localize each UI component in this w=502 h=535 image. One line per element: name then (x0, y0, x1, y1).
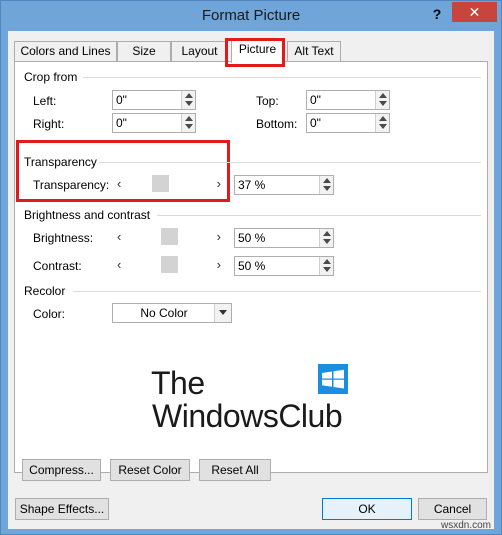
brightness-slider[interactable]: ‹ › (113, 228, 225, 246)
transparency-divider (99, 162, 481, 163)
crop-bottom-spinner[interactable]: 0" (306, 113, 390, 133)
crop-left-spin-arrows[interactable] (181, 91, 195, 109)
dialog-client: Colors and Lines Size Layout Picture Alt… (8, 31, 494, 529)
spin-down-icon[interactable] (323, 239, 331, 244)
color-dropdown[interactable]: No Color (112, 303, 232, 323)
spin-up-icon[interactable] (379, 116, 387, 121)
spin-up-icon[interactable] (323, 231, 331, 236)
recolor-heading: Recolor (24, 284, 66, 298)
brightness-contrast-heading: Brightness and contrast (24, 208, 151, 222)
transparency-label: Transparency: (33, 178, 110, 192)
slider-left-arrow-icon[interactable]: ‹ (117, 228, 121, 246)
crop-top-value: 0" (310, 93, 321, 107)
format-picture-dialog: Format Picture ? ✕ Colors and Lines Size… (0, 0, 502, 535)
reset-color-button[interactable]: Reset Color (110, 459, 190, 481)
crop-heading: Crop from (24, 70, 78, 84)
crop-top-label: Top: (256, 94, 279, 108)
brightness-label: Brightness: (33, 231, 94, 245)
crop-right-value: 0" (116, 116, 127, 130)
spin-down-icon[interactable] (185, 101, 193, 106)
contrast-slider[interactable]: ‹ › (113, 256, 225, 274)
crop-top-spinner[interactable]: 0" (306, 90, 390, 110)
slider-right-arrow-icon[interactable]: › (217, 256, 221, 274)
tab-colors-and-lines[interactable]: Colors and Lines (14, 41, 117, 62)
ok-button[interactable]: OK (322, 498, 412, 520)
color-dropdown-value: No Color (140, 306, 188, 320)
slider-left-arrow-icon[interactable]: ‹ (117, 175, 121, 193)
color-label: Color: (33, 307, 66, 321)
logo-text-the: The (151, 365, 205, 401)
crop-left-label: Left: (33, 94, 57, 108)
spin-down-icon[interactable] (379, 101, 387, 106)
contrast-spinner[interactable]: 50 % (234, 256, 334, 276)
cancel-button[interactable]: Cancel (418, 498, 487, 520)
spin-up-icon[interactable] (379, 93, 387, 98)
compress-button[interactable]: Compress... (22, 459, 101, 481)
picture-tab-highlight (225, 38, 285, 67)
crop-right-spin-arrows[interactable] (181, 114, 195, 132)
spin-down-icon[interactable] (323, 267, 331, 272)
transparency-spinner[interactable]: 37 % (234, 175, 334, 195)
contrast-spin-arrows[interactable] (319, 257, 333, 275)
contrast-value: 50 % (238, 259, 266, 273)
slider-left-arrow-icon[interactable]: ‹ (117, 256, 121, 274)
transparency-slider[interactable]: ‹ › (113, 175, 225, 193)
watermark-text: wsxdn.com (441, 520, 492, 531)
spin-down-icon[interactable] (379, 124, 387, 129)
contrast-label: Contrast: (33, 259, 82, 273)
crop-top-spin-arrows[interactable] (375, 91, 389, 109)
transparency-spin-arrows[interactable] (319, 176, 333, 194)
transparency-heading: Transparency (24, 155, 97, 169)
transparency-slider-thumb[interactable] (152, 175, 170, 192)
logo-text-windowsclub: WindowsClub (152, 398, 343, 434)
chevron-down-icon[interactable] (214, 304, 231, 322)
crop-right-label: Right: (33, 117, 65, 131)
transparency-value: 37 % (238, 178, 266, 192)
spin-up-icon[interactable] (185, 93, 193, 98)
brightness-value: 50 % (238, 231, 266, 245)
help-button[interactable]: ? (423, 3, 451, 25)
spin-down-icon[interactable] (323, 186, 331, 191)
tab-size[interactable]: Size (117, 41, 171, 62)
windows-logo-icon (318, 364, 348, 394)
slider-right-arrow-icon[interactable]: › (217, 175, 221, 193)
spin-up-icon[interactable] (323, 259, 331, 264)
recolor-divider (73, 291, 481, 292)
tab-layout[interactable]: Layout (171, 41, 228, 62)
crop-bottom-value: 0" (310, 116, 321, 130)
title-bar: Format Picture ? ✕ (1, 1, 501, 31)
brightness-contrast-divider (157, 215, 481, 216)
spin-up-icon[interactable] (323, 178, 331, 183)
tab-alt-text[interactable]: Alt Text (287, 41, 341, 62)
contrast-slider-thumb[interactable] (160, 256, 178, 273)
reset-all-button[interactable]: Reset All (199, 459, 271, 481)
crop-divider (83, 77, 481, 78)
crop-left-spinner[interactable]: 0" (112, 90, 196, 110)
crop-left-value: 0" (116, 93, 127, 107)
crop-right-spinner[interactable]: 0" (112, 113, 196, 133)
shape-effects-button[interactable]: Shape Effects... (15, 498, 109, 520)
picture-tab-panel: Crop from Left: 0" Top: 0" Right: 0" Bot… (14, 61, 488, 481)
brightness-spinner[interactable]: 50 % (234, 228, 334, 248)
slider-right-arrow-icon[interactable]: › (217, 228, 221, 246)
crop-bottom-label: Bottom: (256, 117, 298, 131)
close-button[interactable]: ✕ (452, 2, 497, 22)
spin-down-icon[interactable] (185, 124, 193, 129)
crop-bottom-spin-arrows[interactable] (375, 114, 389, 132)
brightness-slider-thumb[interactable] (160, 228, 178, 245)
spin-up-icon[interactable] (185, 116, 193, 121)
brightness-spin-arrows[interactable] (319, 229, 333, 247)
